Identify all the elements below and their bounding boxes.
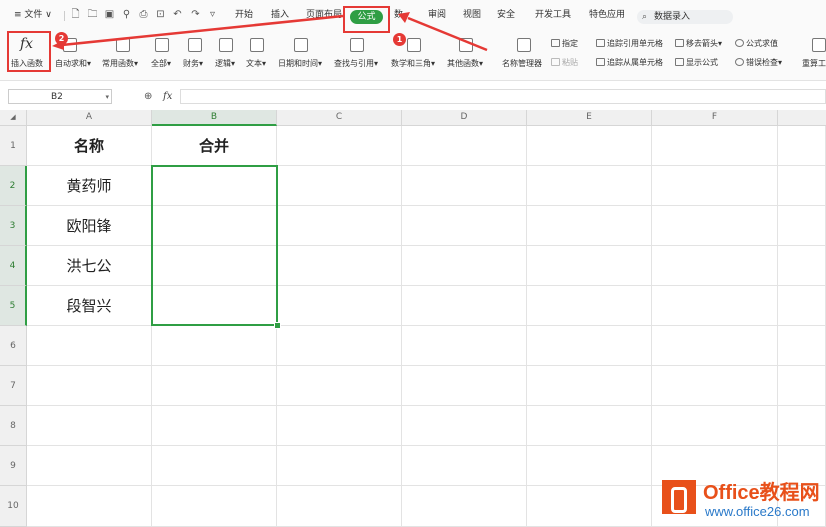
arrow-to-insert-function	[61, 14, 344, 47]
step-badge-1: 1	[393, 33, 406, 46]
step-badge-2: 2	[55, 32, 68, 45]
annotation-arrows	[52, 12, 488, 52]
arrow-to-formulas-tab	[407, 16, 488, 52]
office-logo-mark	[671, 487, 687, 513]
office-logo-icon	[662, 480, 696, 514]
watermark-url: www.office26.com	[705, 504, 810, 519]
arrow-head-1	[398, 12, 410, 23]
watermark-title: Office教程网	[703, 482, 820, 504]
